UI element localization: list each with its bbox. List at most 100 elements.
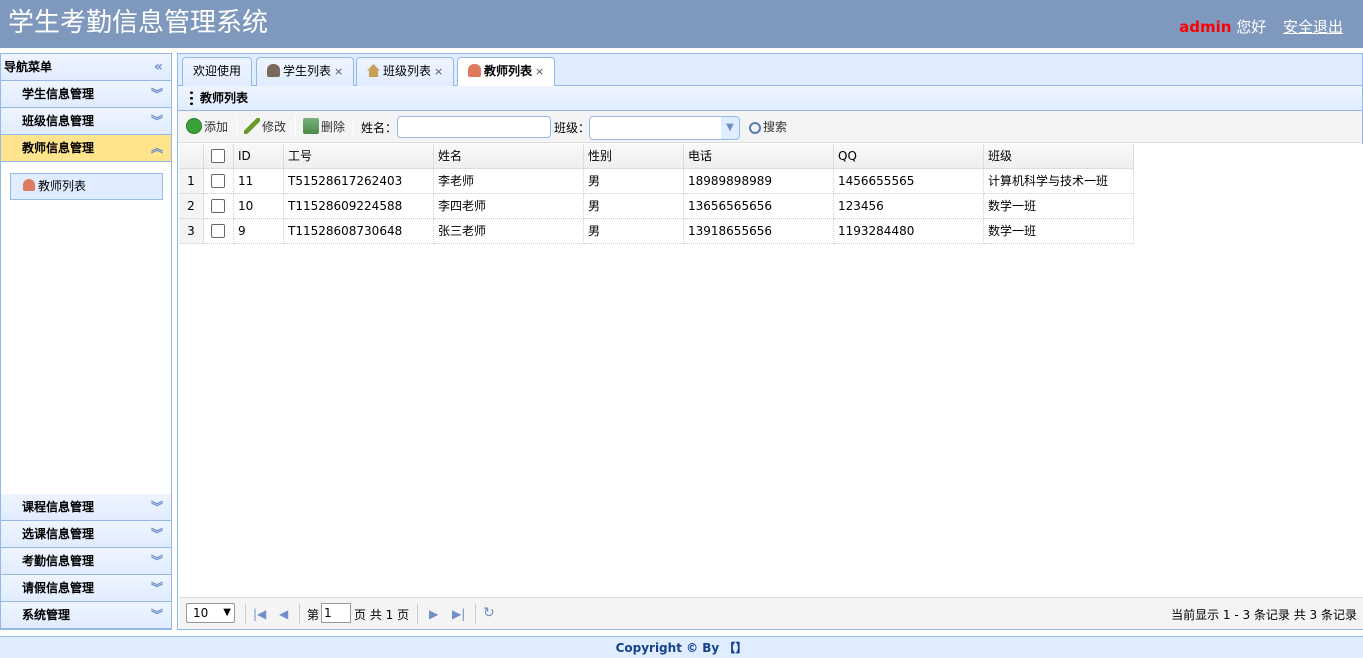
section-leave[interactable]: 请假信息管理 ︾ xyxy=(1,575,171,602)
section-selection[interactable]: 选课信息管理 ︾ xyxy=(1,521,171,548)
chevron-double-down-icon: ︾ xyxy=(150,527,163,541)
last-page-icon[interactable]: ▶| xyxy=(452,607,465,621)
cell-class: 数学一班 xyxy=(984,219,1134,244)
prev-page-icon[interactable]: ◀ xyxy=(279,607,288,621)
close-icon[interactable]: × xyxy=(334,65,343,78)
tab-label: 学生列表 xyxy=(283,64,332,78)
row-checkbox-cell xyxy=(204,219,234,244)
chevron-double-down-icon: ︾ xyxy=(150,554,163,568)
more-vertical-icon[interactable] xyxy=(190,90,193,106)
cell-phone: 18989898989 xyxy=(684,169,834,194)
cell-class: 计算机科学与技术一班 xyxy=(984,169,1134,194)
section-teacher[interactable]: 教师信息管理 ︽ xyxy=(1,135,171,162)
pager-divider xyxy=(245,604,246,624)
section-student[interactable]: 学生信息管理 ︾ xyxy=(1,81,171,108)
tab-student-list[interactable]: 学生列表 × xyxy=(256,57,355,86)
section-attendance[interactable]: 考勤信息管理 ︾ xyxy=(1,548,171,575)
chevron-double-up-icon: ︽ xyxy=(150,141,163,155)
row-number: 3 xyxy=(179,219,204,244)
pager-divider xyxy=(299,604,300,624)
add-label: 添加 xyxy=(204,120,229,134)
cell-phone: 13656565656 xyxy=(684,194,834,219)
delete-icon xyxy=(303,118,319,134)
edit-button[interactable]: 修改 xyxy=(244,117,286,137)
cell-name: 李四老师 xyxy=(434,194,584,219)
panel-title-bar: 教师列表 xyxy=(178,86,1362,111)
name-search-input[interactable] xyxy=(397,116,551,138)
row-number: 1 xyxy=(179,169,204,194)
search-icon xyxy=(749,122,761,134)
column-header-name[interactable]: 姓名 xyxy=(434,144,584,169)
edit-label: 修改 xyxy=(262,120,287,134)
refresh-icon[interactable]: ↻ xyxy=(483,605,495,621)
main-panel: 欢迎使用 学生列表 × 班级列表 × 教师列表 × 教师列表 添加 修改 删除 姓名：… xyxy=(177,53,1363,630)
chevron-down-icon[interactable]: ▼ xyxy=(721,117,739,139)
collapse-left-icon[interactable]: « xyxy=(154,54,163,81)
row-checkbox[interactable] xyxy=(211,174,225,188)
tab-teacher-list[interactable]: 教师列表 × xyxy=(457,57,556,87)
teacher-icon xyxy=(23,179,35,191)
pager-divider xyxy=(417,604,418,624)
section-course[interactable]: 课程信息管理 ︾ xyxy=(1,494,171,521)
add-button[interactable]: 添加 xyxy=(186,117,228,137)
cell-sex: 男 xyxy=(584,194,684,219)
toolbar-divider xyxy=(295,117,296,137)
page-size-select[interactable]: 10 ▼ xyxy=(186,603,235,623)
class-select[interactable]: ▼ xyxy=(589,116,740,140)
footer: Copyright © By 【】 xyxy=(0,636,1363,658)
tab-strip: 欢迎使用 学生列表 × 班级列表 × 教师列表 × xyxy=(178,54,1362,87)
section-label: 选课信息管理 xyxy=(22,527,95,541)
search-button[interactable]: 搜索 xyxy=(749,117,787,137)
close-icon[interactable]: × xyxy=(434,65,443,78)
select-all-cell xyxy=(204,144,234,169)
sidebar-item-teacher-list[interactable]: 教师列表 xyxy=(10,173,163,200)
tab-welcome[interactable]: 欢迎使用 xyxy=(182,57,253,86)
column-header-sex[interactable]: 性别 xyxy=(584,144,684,169)
row-checkbox[interactable] xyxy=(211,224,225,238)
class-label: 班级： xyxy=(554,121,591,135)
cell-sn: T11528608730648 xyxy=(284,219,434,244)
cell-id: 10 xyxy=(234,194,284,219)
section-label: 请假信息管理 xyxy=(22,581,95,595)
section-class[interactable]: 班级信息管理 ︾ xyxy=(1,108,171,135)
add-icon xyxy=(186,118,202,134)
tab-label: 教师列表 xyxy=(484,64,533,78)
chevron-double-down-icon: ︾ xyxy=(150,581,163,595)
close-icon[interactable]: × xyxy=(535,65,544,78)
page-number-input[interactable]: 1 xyxy=(321,603,351,623)
teacher-icon xyxy=(468,64,481,77)
app-title: 学生考勤信息管理系统 xyxy=(8,8,269,38)
column-header-sn[interactable]: 工号 xyxy=(284,144,434,169)
cell-sex: 男 xyxy=(584,169,684,194)
teacher-table: ID 工号 姓名 性别 电话 QQ 班级 1 11 T5152861726240… xyxy=(179,144,1363,598)
record-summary: 当前显示 1 - 3 条记录 共 3 条记录 xyxy=(1171,608,1357,622)
first-page-icon[interactable]: |◀ xyxy=(253,607,266,621)
tab-label: 班级列表 xyxy=(383,64,432,78)
row-number-header xyxy=(179,144,204,169)
column-header-qq[interactable]: QQ xyxy=(834,144,984,169)
pagination-bar: 10 ▼ |◀ ◀ 第 1 页 共 1 页 ▶ ▶| ↻ 当前显示 1 - 3 … xyxy=(179,597,1363,629)
page-prefix: 第 xyxy=(307,608,320,622)
user-area: admin 您好 安全退出 xyxy=(1179,17,1343,37)
section-system[interactable]: 系统管理 ︾ xyxy=(1,602,171,629)
page-total-label: 页 共 1 页 xyxy=(354,608,410,622)
logout-link[interactable]: 安全退出 xyxy=(1283,18,1343,36)
page-size-value: 10 xyxy=(193,606,209,620)
cell-sn: T11528609224588 xyxy=(284,194,434,219)
delete-button[interactable]: 删除 xyxy=(303,117,345,137)
row-checkbox-cell xyxy=(204,194,234,219)
sidebar-header: 导航菜单 « xyxy=(1,54,171,81)
column-header-class[interactable]: 班级 xyxy=(984,144,1134,169)
next-page-icon[interactable]: ▶ xyxy=(429,607,438,621)
tab-class-list[interactable]: 班级列表 × xyxy=(356,57,455,86)
cell-phone: 13918655656 xyxy=(684,219,834,244)
select-all-checkbox[interactable] xyxy=(211,149,225,163)
column-header-phone[interactable]: 电话 xyxy=(684,144,834,169)
home-icon xyxy=(367,64,380,77)
pager-divider xyxy=(475,604,476,624)
cell-sex: 男 xyxy=(584,219,684,244)
pencil-icon xyxy=(244,118,260,134)
section-teacher-body: 教师列表 xyxy=(1,162,171,494)
column-header-id[interactable]: ID xyxy=(234,144,284,169)
row-checkbox[interactable] xyxy=(211,199,225,213)
